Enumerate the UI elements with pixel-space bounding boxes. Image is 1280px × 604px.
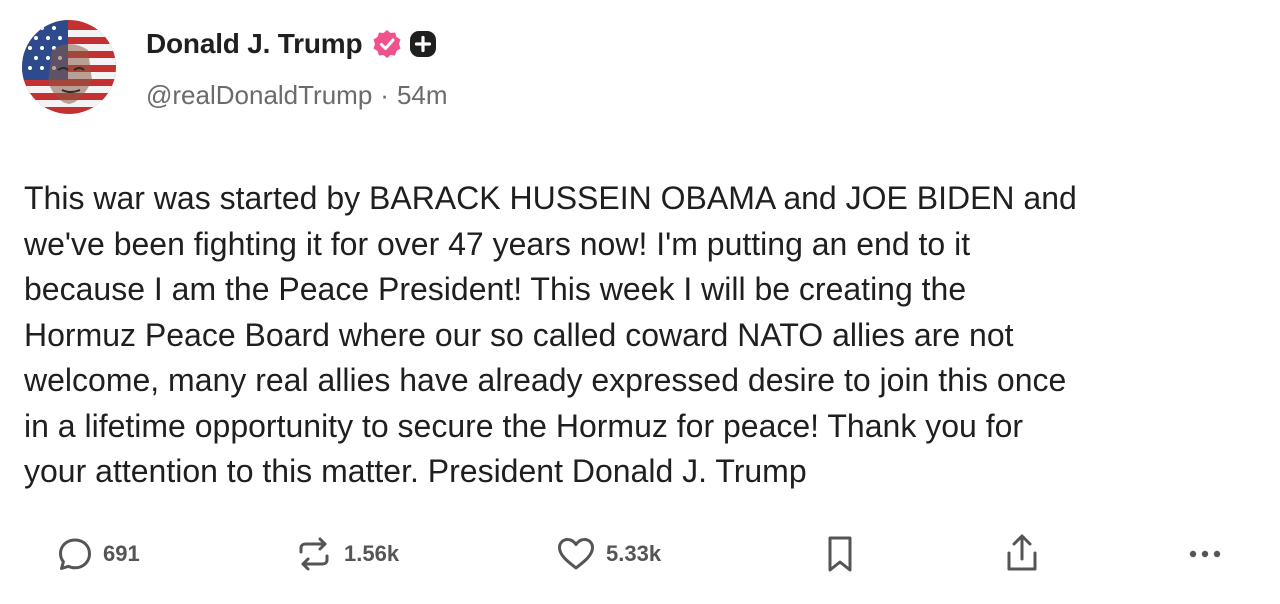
author-meta-row: @realDonaldTrump · 54m xyxy=(146,80,448,111)
author-name-row: Donald J. Trump xyxy=(146,24,438,64)
reply-count: 691 xyxy=(103,541,140,566)
reply-icon xyxy=(59,538,91,570)
repost-icon xyxy=(299,537,329,571)
display-name[interactable]: Donald J. Trump xyxy=(146,28,363,60)
share-button[interactable] xyxy=(1000,527,1044,581)
reply-button[interactable]: 691 xyxy=(55,527,140,581)
action-bar: 691 1.56k 5.33k xyxy=(0,527,1280,581)
like-count: 5.33k xyxy=(606,541,662,566)
repost-count: 1.56k xyxy=(344,541,400,566)
author-handle[interactable]: @realDonaldTrump xyxy=(146,80,372,111)
bookmark-button[interactable] xyxy=(822,527,858,581)
post-body-text: This war was started by BARACK HUSSEIN O… xyxy=(24,180,1077,489)
post-timestamp[interactable]: 54m xyxy=(397,80,448,111)
plus-badge-icon xyxy=(408,29,438,59)
verified-badge-icon xyxy=(372,29,402,59)
repost-button[interactable]: 1.56k xyxy=(292,527,399,581)
like-button[interactable]: 5.33k xyxy=(554,527,661,581)
share-icon xyxy=(1007,534,1037,571)
post-card: Donald J. Trump @realDonaldTrump · 54m T… xyxy=(0,0,1280,604)
flag-face-avatar-icon xyxy=(22,20,116,114)
more-options-button[interactable] xyxy=(1185,527,1225,581)
bookmark-icon xyxy=(828,536,852,572)
more-icon xyxy=(1189,550,1221,558)
avatar[interactable] xyxy=(22,20,116,114)
meta-separator: · xyxy=(380,80,389,110)
like-icon xyxy=(558,538,594,570)
